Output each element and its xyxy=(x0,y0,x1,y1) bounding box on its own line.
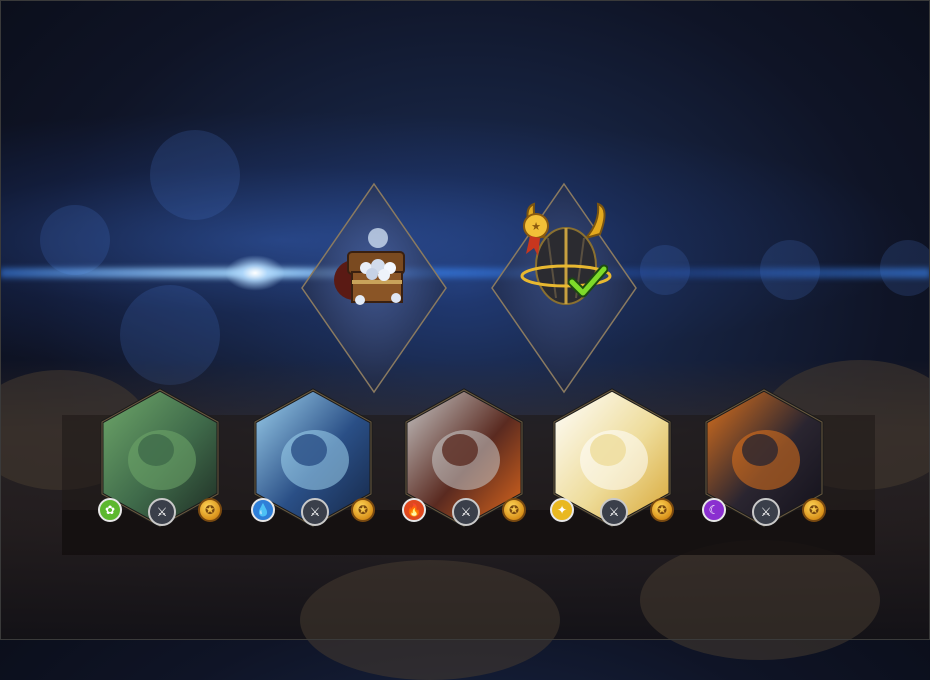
lens-flare-line xyxy=(0,268,930,278)
hero-card[interactable]: 🔥 ⚔ ✪ xyxy=(402,388,526,528)
lens-flare-core xyxy=(225,255,285,291)
hero-card[interactable]: ☾ ⚔ ✪ xyxy=(702,388,826,528)
reward-slot-chest[interactable] xyxy=(300,182,448,394)
fire-element-icon: 🔥 xyxy=(402,498,426,522)
dark-element-icon: ☾ xyxy=(702,498,726,522)
gold-medal-icon: ✪ xyxy=(502,498,526,522)
reward-slot-helmet[interactable]: ★ xyxy=(490,182,638,394)
gold-medal-icon: ✪ xyxy=(198,498,222,522)
gold-medal-icon: ✪ xyxy=(351,498,375,522)
light-element-icon: ✦ xyxy=(550,498,574,522)
svg-text:★: ★ xyxy=(531,220,541,233)
hero-card[interactable]: ✦ ⚔ ✪ xyxy=(550,388,674,528)
nature-element-icon: ✿ xyxy=(98,498,122,522)
checkmark-icon xyxy=(568,264,608,298)
diamond-chest-icon xyxy=(334,228,405,305)
bokeh-light xyxy=(40,205,110,275)
sword-icon: ⚔ xyxy=(600,498,628,526)
hero-card[interactable]: 💧 ⚔ ✪ xyxy=(251,388,375,528)
bokeh-light xyxy=(150,130,240,220)
sword-icon: ⚔ xyxy=(452,498,480,526)
water-element-icon: 💧 xyxy=(251,498,275,522)
sword-icon: ⚔ xyxy=(301,498,329,526)
gold-medal-icon: ✪ xyxy=(802,498,826,522)
cloud xyxy=(300,560,560,680)
hero-card[interactable]: ✿ ⚔ ✪ xyxy=(98,388,222,528)
gold-medal-icon: ✪ xyxy=(650,498,674,522)
cloud xyxy=(640,540,880,660)
sword-icon: ⚔ xyxy=(752,498,780,526)
sword-icon: ⚔ xyxy=(148,498,176,526)
